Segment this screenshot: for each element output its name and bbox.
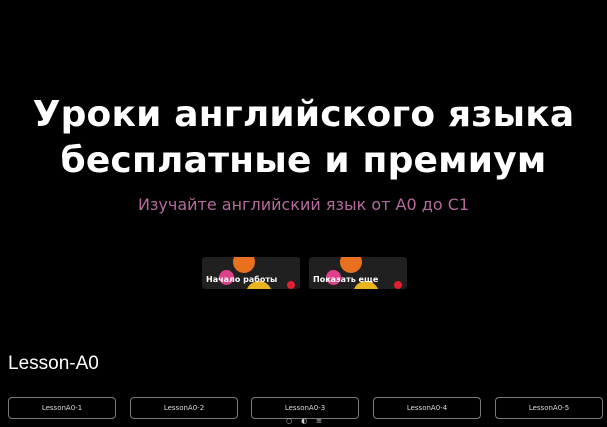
lesson-button-5[interactable]: LessonA0-5 (495, 397, 603, 419)
page: Уроки английского языка бесплатные и пре… (0, 0, 607, 427)
menu-icon[interactable]: ≡ (316, 417, 322, 425)
hero-title-line-2: бесплатные и премиум (60, 140, 547, 181)
show-more-button[interactable]: Показать еще (309, 257, 407, 289)
comment-icon[interactable]: ○ (286, 417, 292, 425)
lesson-button-1[interactable]: LessonA0-1 (8, 397, 116, 419)
lesson-button-2[interactable]: LessonA0-2 (130, 397, 238, 419)
show-more-button-label: Показать еще (313, 275, 379, 284)
lesson-button-4[interactable]: LessonA0-4 (373, 397, 481, 419)
section-title: Lesson-A0 (8, 353, 99, 374)
hero-subtitle: Изучайте английский язык от А0 до С1 (137, 195, 470, 214)
bottom-toolbar: ○ ◐ ≡ (286, 415, 322, 427)
hero-title-line-1: Уроки английского языка (32, 94, 575, 135)
start-button[interactable]: Начало работы (202, 257, 300, 289)
decorative-orange-dot (233, 257, 255, 273)
hero-title: Уроки английского языка бесплатные и пре… (0, 92, 607, 184)
theme-toggle-icon[interactable]: ◐ (301, 417, 307, 425)
decorative-red-dot (287, 281, 295, 289)
decorative-orange-dot (340, 257, 362, 273)
start-button-label: Начало работы (206, 275, 278, 284)
decorative-red-dot (394, 281, 402, 289)
